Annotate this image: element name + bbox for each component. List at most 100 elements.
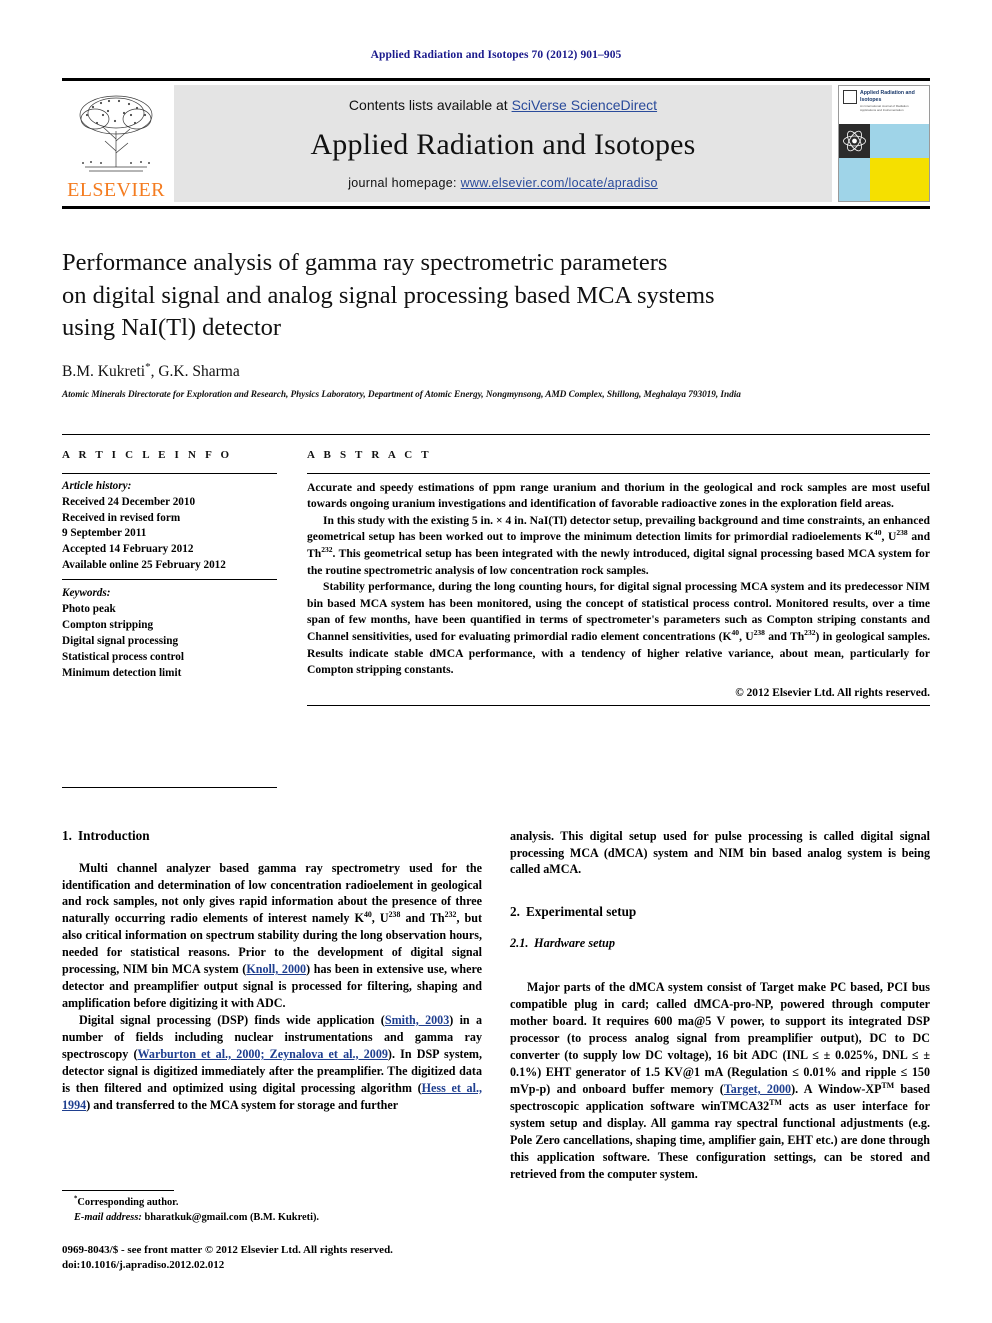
journal-cover-thumbnail[interactable]: Applied Radiation and Isotopes An Intern…	[838, 85, 930, 202]
section-number: 2.	[510, 904, 520, 920]
doi-line[interactable]: doi:10.1016/j.apradiso.2012.02.012	[62, 1258, 482, 1273]
article-history-block: Article history: Received 24 December 20…	[62, 474, 277, 579]
cover-band-1	[839, 124, 929, 158]
abstract-heading: A B S T R A C T	[307, 448, 432, 461]
subsection-heading-hardware-setup: 2.1. Hardware setup	[510, 936, 930, 951]
title-block: Performance analysis of gamma ray spectr…	[62, 247, 930, 400]
p1-c: and Th	[400, 911, 445, 926]
abs-p3-sup-u238: 238	[753, 628, 765, 638]
paragraph-intro-2-continued: analysis. This digital setup used for pu…	[510, 828, 930, 877]
citation-warburton-zeynalova[interactable]: Warburton et al., 2000; Zeynalova et al.…	[137, 1047, 387, 1061]
citation-smith-2003[interactable]: Smith, 2003	[385, 1013, 449, 1027]
abstract-paragraph-1: Accurate and speedy estimations of ppm r…	[307, 480, 930, 511]
history-item: Accepted 14 February 2012	[62, 543, 194, 556]
abs-p2-sup-th232: 232	[321, 545, 333, 555]
running-head: Applied Radiation and Isotopes 70 (2012)…	[370, 49, 622, 61]
p1-sup-th232: 232	[444, 910, 457, 920]
abstract-body: Accurate and speedy estimations of ppm r…	[307, 474, 930, 679]
keyword-item: Compton stripping	[62, 618, 154, 631]
title-line-2: on digital signal and analog signal proc…	[62, 281, 715, 309]
cover-atom-icon	[839, 124, 870, 158]
corresponding-author-note: *Corresponding author.	[62, 1195, 482, 1210]
p2-a: Digital signal processing (DSP) finds wi…	[79, 1012, 385, 1027]
citation-target-2000[interactable]: Target, 2000	[724, 1082, 791, 1096]
abs-p3-sup-th232: 232	[804, 628, 816, 638]
journal-article-page: Applied Radiation and Isotopes 70 (2012)…	[0, 0, 992, 1323]
p1-sup-u238: 238	[388, 910, 401, 920]
contents-line: Contents lists available at SciVerse Sci…	[349, 97, 657, 113]
footnote-block: *Corresponding author. E-mail address: b…	[62, 1189, 482, 1274]
cover-blue-left	[839, 158, 870, 201]
paragraph-hardware-1: Major parts of the dMCA system consist o…	[510, 979, 930, 1182]
title-line-3: using NaI(Tl) detector	[62, 314, 282, 342]
abs-p2-a: In this study with the existing 5 in. × …	[307, 513, 930, 544]
p2-d: ) and transferred to the MCA system for …	[86, 1097, 399, 1112]
email-address[interactable]: bharatkuk@gmail.com (B.M. Kukreti).	[142, 1212, 319, 1223]
subsection-title: Hardware setup	[534, 936, 615, 951]
page-title: Performance analysis of gamma ray spectr…	[62, 247, 930, 345]
article-info-column: A R T I C L E I N F O Article history: R…	[62, 449, 307, 788]
paragraph-intro-2: Digital signal processing (DSP) finds wi…	[62, 1012, 482, 1114]
author-first: B.M. Kukreti	[62, 362, 146, 380]
issn-line: 0969-8043/$ - see front matter © 2012 El…	[62, 1243, 393, 1256]
hw-a: Major parts of the dMCA system consist o…	[510, 980, 930, 1096]
cover-logo-icon	[843, 90, 857, 104]
p1-b: , U	[371, 911, 389, 926]
info-abstract-section: A R T I C L E I N F O Article history: R…	[62, 433, 930, 788]
keywords-block: Keywords: Photo peak Compton stripping D…	[62, 580, 277, 681]
hw-sup-tm-2: TM	[769, 1097, 782, 1107]
issn-copyright-block: 0969-8043/$ - see front matter © 2012 El…	[62, 1243, 482, 1274]
keywords-label: Keywords:	[62, 587, 111, 600]
author-list: B.M. Kukreti*, G.K. Sharma	[62, 361, 930, 381]
cover-band-2	[839, 158, 929, 201]
author-rest: , G.K. Sharma	[150, 362, 240, 380]
abs-p2-sup-u238: 238	[896, 528, 908, 538]
section-title: Experimental setup	[526, 904, 637, 920]
cover-title: Applied Radiation and Isotopes	[860, 90, 915, 103]
hw-sup-tm-1: TM	[881, 1080, 895, 1090]
abstract-column: A B S T R A C T Accurate and speedy esti…	[307, 449, 930, 788]
cover-header: Applied Radiation and Isotopes An Intern…	[839, 86, 929, 124]
history-item: Received in revised form	[62, 511, 181, 524]
p1-sup-k40: 40	[363, 910, 372, 920]
cover-blue-block	[870, 124, 929, 158]
body-column-left: 1. Introduction Multi channel analyzer ba…	[62, 828, 482, 1274]
article-history-label: Article history:	[62, 479, 132, 492]
keyword-item: Photo peak	[62, 603, 116, 616]
section-heading-experimental-setup: 2. Experimental setup	[510, 904, 930, 920]
elsevier-tree-icon	[75, 93, 157, 179]
abs-p3-sup-k40: 40	[731, 628, 740, 638]
journal-name: Applied Radiation and Isotopes	[310, 127, 696, 161]
abs-p3-c: and Th	[764, 629, 805, 643]
body-columns: 1. Introduction Multi channel analyzer ba…	[62, 828, 930, 1274]
history-item: Available online 25 February 2012	[62, 559, 226, 572]
sciencedirect-link[interactable]: SciVerse ScienceDirect	[512, 97, 658, 113]
homepage-line: journal homepage: www.elsevier.com/locat…	[348, 176, 658, 190]
section-title: Introduction	[78, 827, 150, 843]
journal-banner: ELSEVIER Contents lists available at Sci…	[62, 78, 930, 209]
affiliation: Atomic Minerals Directorate for Explorat…	[62, 389, 741, 400]
abstract-paragraph-2: In this study with the existing 5 in. × …	[307, 513, 930, 579]
title-line-1: Performance analysis of gamma ray spectr…	[62, 249, 668, 276]
abs-p2-b: , U	[881, 530, 897, 544]
keyword-item: Digital signal processing	[62, 634, 179, 647]
article-info-rule-bottom	[62, 786, 277, 788]
elsevier-wordmark: ELSEVIER	[67, 179, 165, 201]
banner-center: Contents lists available at SciVerse Sci…	[174, 85, 832, 202]
article-info-heading: A R T I C L E I N F O	[62, 448, 233, 461]
spacer-after-subheading	[510, 965, 930, 979]
section-number: 1.	[62, 827, 72, 843]
cover-subtitle: An International Journal of Radiation Ap…	[860, 104, 909, 112]
cover-yellow-right	[870, 158, 929, 201]
elsevier-logo: ELSEVIER	[62, 85, 170, 202]
section-heading-introduction: 1. Introduction	[62, 828, 482, 844]
citation-knoll-2000[interactable]: Knoll, 2000	[246, 962, 306, 976]
spacer-before-section-2	[510, 878, 930, 904]
subsection-number: 2.1.	[510, 936, 529, 951]
paragraph-intro-1: Multi channel analyzer based gamma ray s…	[62, 860, 482, 1012]
keyword-item: Statistical process control	[62, 650, 185, 663]
keyword-item: Minimum detection limit	[62, 666, 182, 679]
body-column-right: analysis. This digital setup used for pu…	[510, 828, 930, 1274]
journal-homepage-link[interactable]: www.elsevier.com/locate/apradiso	[461, 176, 658, 190]
history-item: 9 September 2011	[62, 527, 147, 540]
